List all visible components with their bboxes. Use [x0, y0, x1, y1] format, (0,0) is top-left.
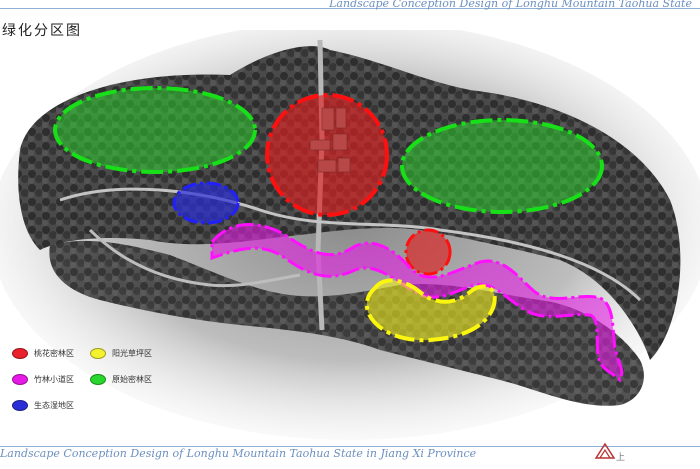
legend-label: 竹林小道区 — [34, 375, 74, 384]
zone-wetland — [172, 181, 240, 225]
logo-icon — [594, 442, 616, 459]
legend-swatch-lawn — [90, 348, 106, 359]
legend-swatch-bamboo — [12, 374, 28, 385]
legend-label: 生态湿地区 — [34, 401, 74, 410]
legend-item-bamboo-path: 竹林小道区 — [12, 374, 74, 385]
legend-label: 原始密林区 — [112, 375, 152, 384]
legend-swatch-peach — [12, 348, 28, 359]
zone-peach-forest-small — [404, 228, 452, 276]
legend-item-wetland: 生态湿地区 — [12, 400, 74, 411]
zone-primitive-forest-east — [400, 118, 604, 214]
legend-label: 桃花密林区 — [34, 349, 74, 358]
legend-swatch-forest — [90, 374, 106, 385]
legend-item-sunny-lawn: 阳光草坪区 — [90, 348, 152, 359]
legend-item-peach-forest: 桃花密林区 — [12, 348, 74, 359]
legend-item-primitive-forest: 原始密林区 — [90, 374, 152, 385]
zone-primitive-forest-west — [53, 86, 257, 174]
header-title: Landscape Conception Design of Longhu Mo… — [329, 0, 692, 10]
logo-text: 上 — [616, 453, 626, 463]
legend-swatch-wetland — [12, 400, 28, 411]
legend-label: 阳光草坪区 — [112, 349, 152, 358]
footer-title: Landscape Conception Design of Longhu Mo… — [0, 447, 477, 460]
legend: 桃花密林区 阳光草坪区 竹林小道区 原始密林区 生态湿地区 — [10, 344, 200, 414]
